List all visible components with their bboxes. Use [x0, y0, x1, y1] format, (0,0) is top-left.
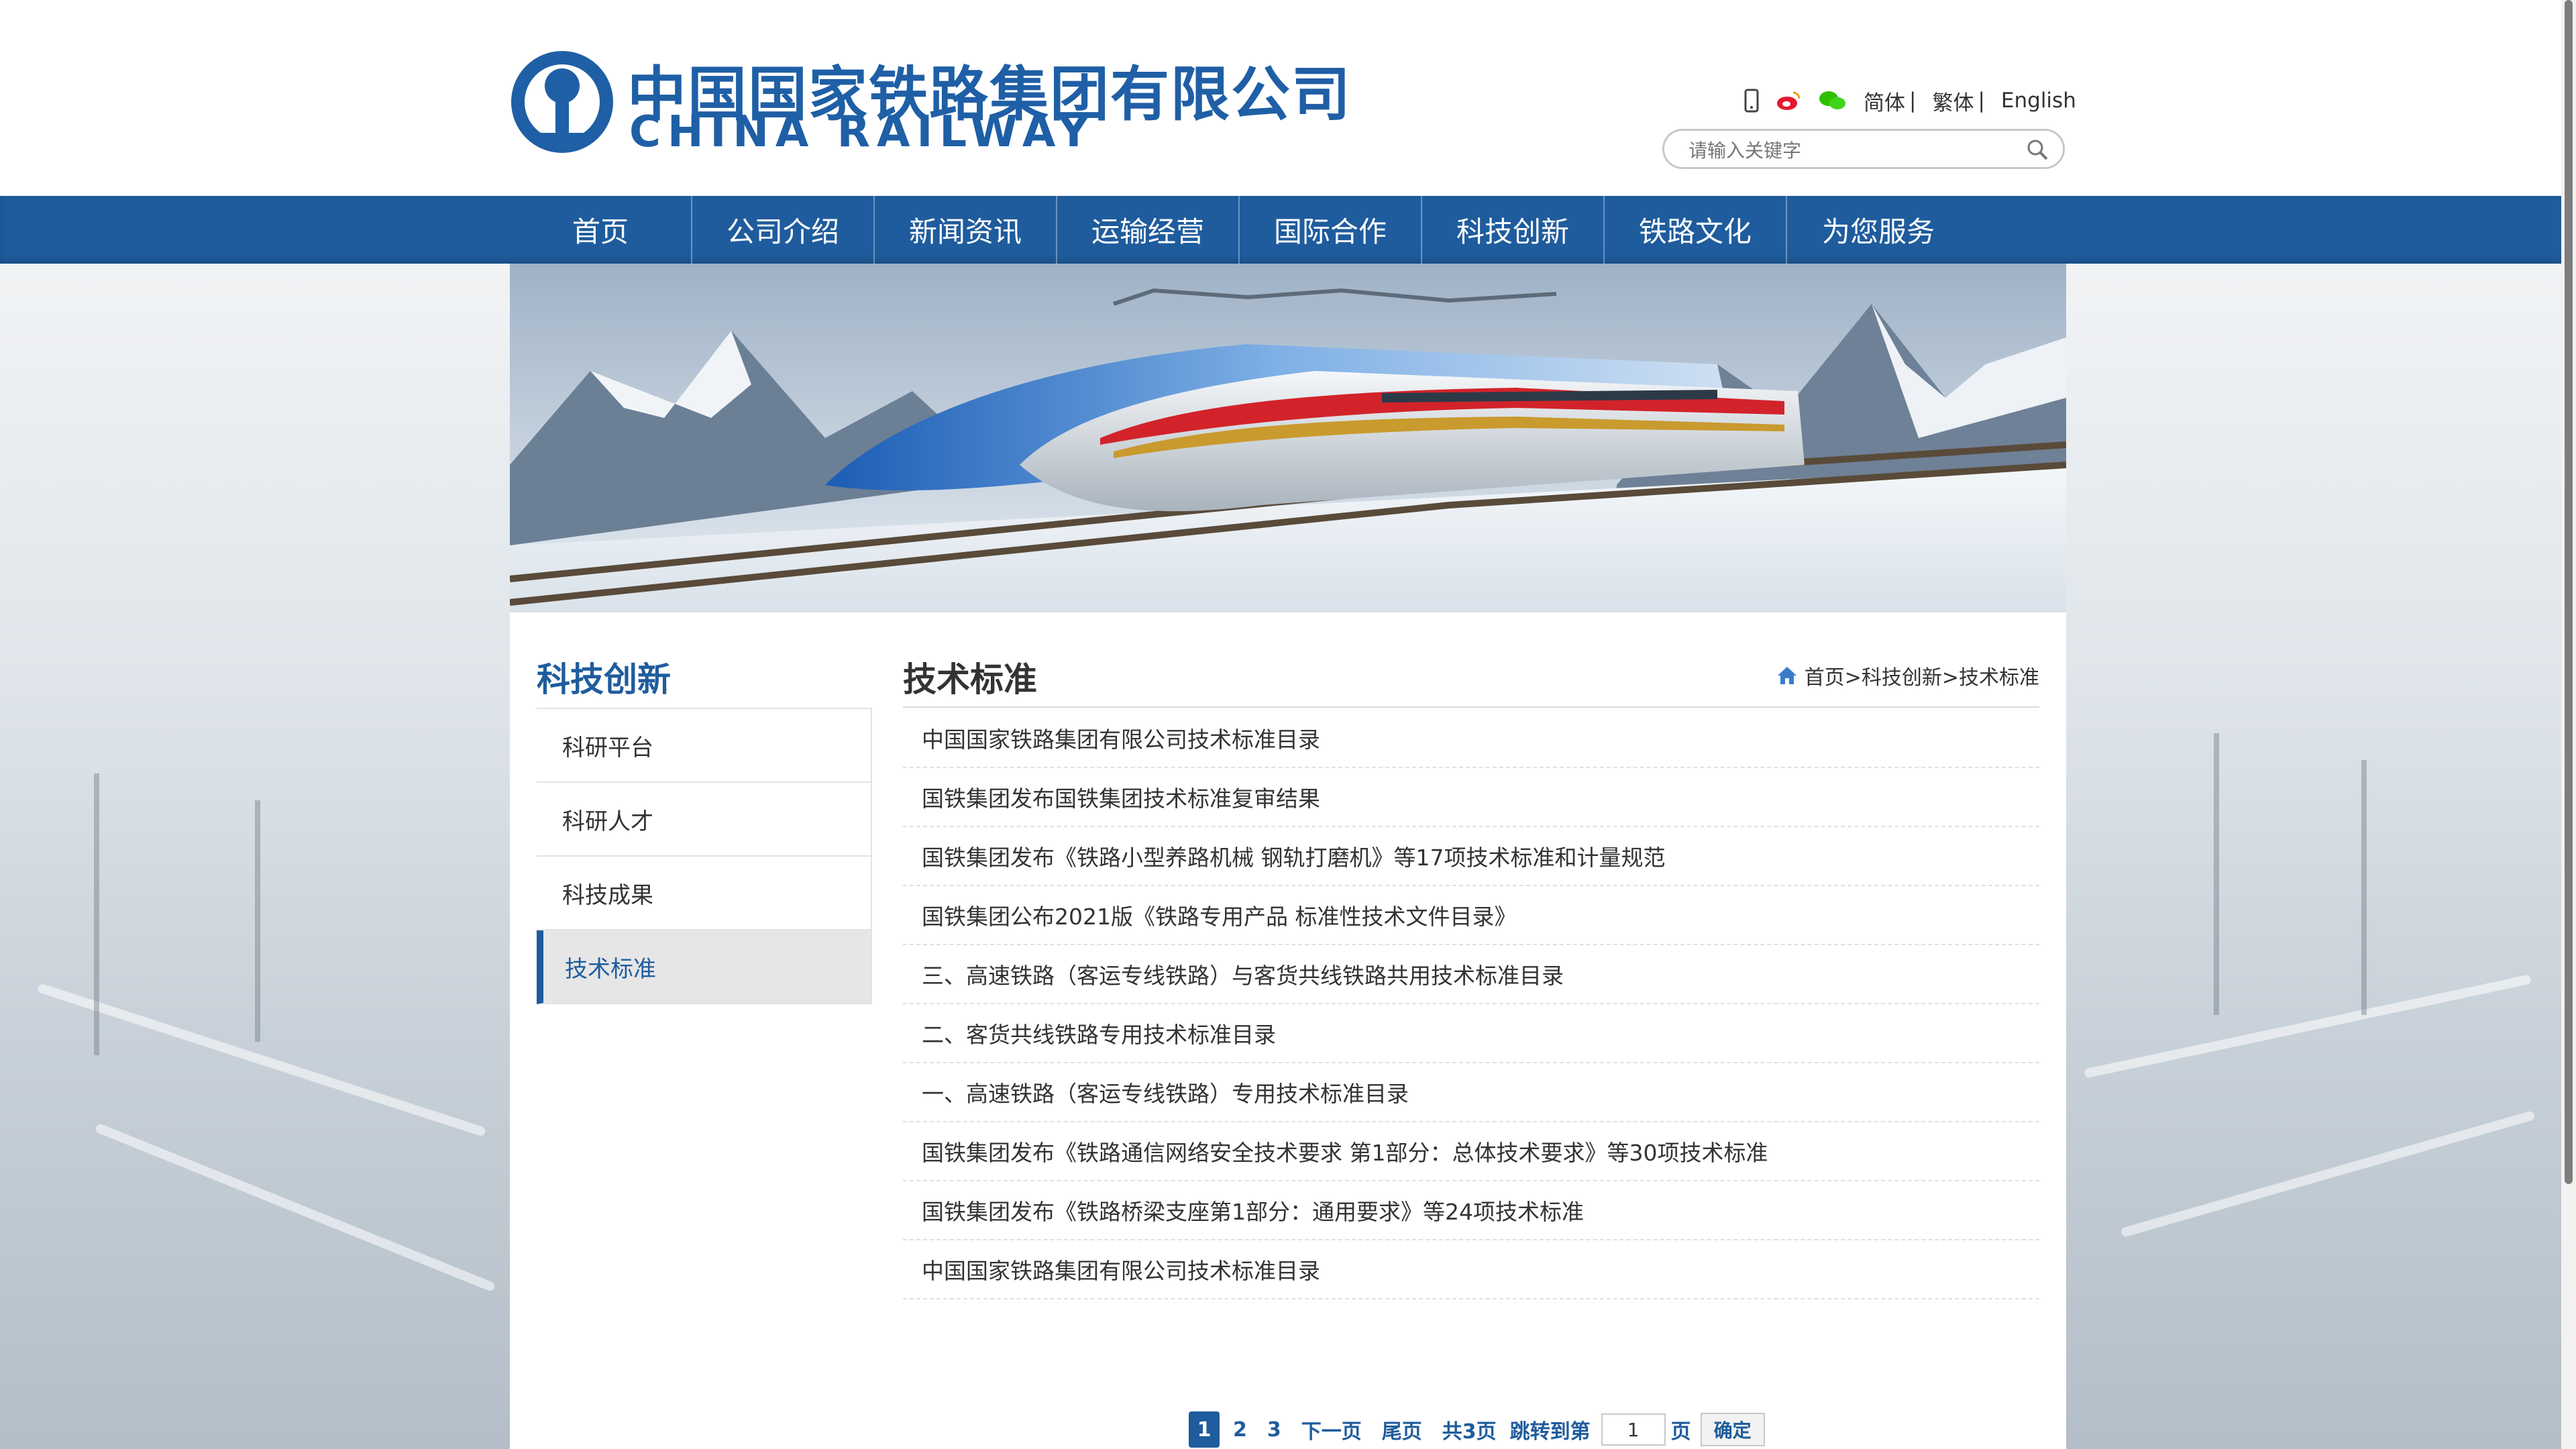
page-scrollbar[interactable] [2561, 0, 2576, 1449]
sidebar-item-technical-standards[interactable]: 技术标准 [537, 930, 872, 1004]
content-panel: 科技创新 科研平台 科研人才 科技成果 技术标准 技术标准 首页>科技创新>技术… [510, 612, 2066, 1449]
list-item[interactable]: 三、高速铁路（客运专线铁路）与客货共线铁路共用技术标准目录 [903, 945, 2039, 1004]
home-icon[interactable] [1776, 665, 1798, 686]
main-nav: 首页 公司介绍 新闻资讯 运输经营 国际合作 科技创新 铁路文化 为您服务 [0, 196, 2576, 264]
nav-news[interactable]: 新闻资讯 [875, 196, 1057, 264]
page-title: 技术标准 [903, 660, 1037, 699]
nav-technology[interactable]: 科技创新 [1422, 196, 1605, 264]
search-box [1662, 129, 2065, 169]
scrollbar-thumb[interactable] [2565, 0, 2573, 1184]
sidebar-menu: 科研平台 科研人才 科技成果 技术标准 [537, 708, 872, 1004]
site-header: 中国国家铁路集团有限公司 CHINA RAILWAY 简体 | 繁体 | Eng… [0, 0, 2576, 196]
sidebar-item-research-results[interactable]: 科技成果 [537, 857, 872, 930]
breadcrumb-text[interactable]: 首页>科技创新>技术标准 [1805, 661, 2039, 690]
nav-company-intro[interactable]: 公司介绍 [692, 196, 875, 264]
next-page-link[interactable]: 下一页 [1301, 1415, 1362, 1444]
search-icon[interactable] [2025, 138, 2049, 162]
logo-english-text: CHINA RAILWAY [629, 107, 1096, 157]
list-item[interactable]: 国铁集团公布2021版《铁路专用产品 标准性技术文件目录》 [903, 886, 2039, 945]
nav-transport[interactable]: 运输经营 [1057, 196, 1240, 264]
page-link-2[interactable]: 2 [1233, 1418, 1247, 1442]
list-item[interactable]: 中国国家铁路集团有限公司技术标准目录 [903, 1240, 2039, 1299]
lang-separator: | [1909, 89, 1917, 113]
list-item[interactable]: 一、高速铁路（客运专线铁路）专用技术标准目录 [903, 1063, 2039, 1122]
last-page-link[interactable]: 尾页 [1382, 1415, 1422, 1444]
sidebar-item-research-platform[interactable]: 科研平台 [537, 709, 872, 783]
lang-english-link[interactable]: English [2001, 89, 2076, 113]
china-railway-logo[interactable]: 中国国家铁路集团有限公司 CHINA RAILWAY [510, 42, 1350, 162]
list-item[interactable]: 国铁集团发布《铁路桥梁支座第1部分：通用要求》等24项技术标准 [903, 1181, 2039, 1240]
list-item[interactable]: 国铁集团发布《铁路小型养路机械 钢轨打磨机》等17项技术标准和计量规范 [903, 827, 2039, 886]
breadcrumb: 首页>科技创新>技术标准 [1776, 661, 2039, 690]
nav-services[interactable]: 为您服务 [1787, 196, 1970, 264]
nav-culture[interactable]: 铁路文化 [1605, 196, 1787, 264]
sidebar-title: 科技创新 [537, 660, 671, 699]
list-item[interactable]: 二、客货共线铁路专用技术标准目录 [903, 1004, 2039, 1063]
nav-international[interactable]: 国际合作 [1240, 196, 1422, 264]
mobile-icon[interactable] [1744, 89, 1759, 113]
pagination: 1 2 3 下一页 尾页 共3页 跳转到第 页 确定 [1189, 1411, 1765, 1448]
list-item[interactable]: 中国国家铁路集团有限公司技术标准目录 [903, 709, 2039, 768]
confirm-jump-button[interactable]: 确定 [1700, 1413, 1765, 1446]
list-item[interactable]: 国铁集团发布《铁路通信网络安全技术要求 第1部分：总体技术要求》等30项技术标准 [903, 1122, 2039, 1181]
jump-label: 跳转到第 [1509, 1420, 1591, 1444]
page-link-3[interactable]: 3 [1267, 1418, 1281, 1442]
list-item[interactable]: 国铁集团发布国铁集团技术标准复审结果 [903, 768, 2039, 827]
lang-simplified-link[interactable]: 简体 [1864, 86, 1905, 116]
lang-traditional-link[interactable]: 繁体 [1932, 86, 1974, 116]
page-unit: 页 [1670, 1420, 1691, 1444]
search-input[interactable] [1687, 138, 2012, 163]
article-list: 中国国家铁路集团有限公司技术标准目录 国铁集团发布国铁集团技术标准复审结果 国铁… [903, 709, 2039, 1299]
total-pages: 共3页 [1442, 1420, 1497, 1444]
weibo-icon[interactable] [1775, 89, 1802, 112]
wechat-icon[interactable] [1818, 89, 1847, 112]
nav-home[interactable]: 首页 [510, 196, 692, 264]
lang-separator: | [1978, 89, 1985, 113]
sidebar-item-research-talent[interactable]: 科研人才 [537, 783, 872, 857]
jump-page-input[interactable] [1601, 1413, 1666, 1446]
page-current[interactable]: 1 [1189, 1411, 1220, 1448]
header-tools: 简体 | 繁体 | English [1744, 80, 2076, 121]
hero-banner-image [510, 264, 2066, 612]
high-speed-train-illustration [510, 264, 2066, 612]
title-divider [903, 706, 2039, 708]
railway-emblem-icon [511, 51, 613, 153]
